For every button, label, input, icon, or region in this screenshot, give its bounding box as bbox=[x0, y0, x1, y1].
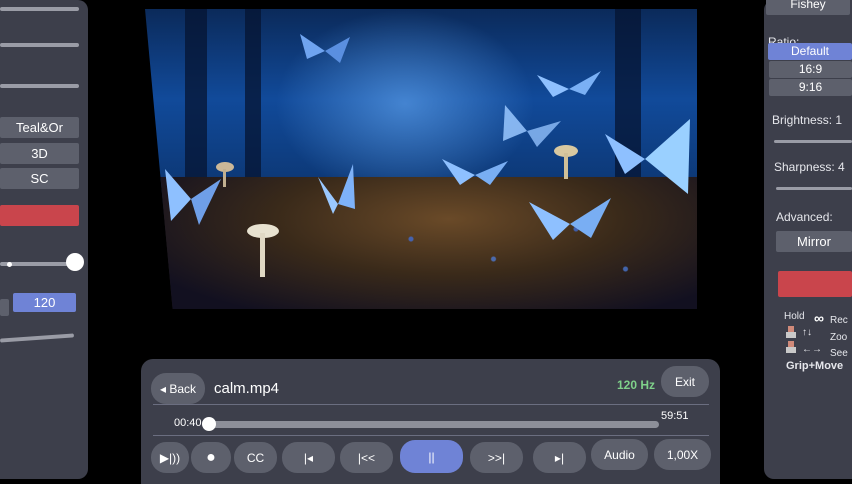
controller-icon bbox=[786, 341, 796, 353]
seek-knob[interactable] bbox=[202, 417, 216, 431]
left-slider-min-dot bbox=[7, 262, 12, 267]
left-slider-1[interactable] bbox=[0, 7, 79, 11]
right-red-button[interactable] bbox=[778, 271, 852, 297]
cc-button[interactable]: CC bbox=[234, 442, 277, 473]
rewind-button[interactable]: |<< bbox=[340, 442, 393, 473]
butterfly-icon bbox=[442, 159, 508, 185]
fisheye-button[interactable]: Fishey bbox=[766, 0, 850, 15]
left-settings-panel: Teal&Or 3D SC 120 bbox=[0, 0, 88, 479]
hint-arrows-leftright: ←→ bbox=[802, 344, 822, 355]
butterfly-icon bbox=[300, 34, 350, 63]
hint-record: Rec bbox=[830, 315, 848, 326]
hint-grip-move: Grip+Move bbox=[786, 360, 844, 372]
ratio-9-16-option[interactable]: 9:16 bbox=[769, 79, 852, 96]
controller-icon bbox=[786, 326, 796, 338]
divider bbox=[153, 435, 709, 436]
left-option-button[interactable] bbox=[0, 299, 9, 316]
refresh-120-button[interactable]: 120 bbox=[13, 293, 76, 312]
butterfly-icon bbox=[318, 164, 355, 214]
file-name: calm.mp4 bbox=[214, 380, 280, 397]
total-time: 59:51 bbox=[661, 410, 689, 422]
refresh-rate-label: 120 Hz bbox=[617, 378, 656, 392]
tree-trunk bbox=[245, 9, 261, 199]
back-button[interactable]: ◂ Back bbox=[151, 373, 205, 404]
left-volume-slider-knob[interactable] bbox=[66, 253, 84, 271]
mushroom-icon bbox=[554, 145, 578, 179]
brightness-slider[interactable] bbox=[774, 140, 852, 143]
left-slider-3[interactable] bbox=[0, 84, 79, 88]
advanced-label: Advanced: bbox=[776, 210, 833, 224]
butterfly-icon bbox=[529, 198, 611, 240]
divider bbox=[153, 404, 709, 405]
play-mode-button[interactable]: ▶|)) bbox=[151, 442, 189, 473]
hint-zoom: Zoo bbox=[830, 332, 848, 343]
audio-button[interactable]: Audio bbox=[591, 439, 648, 470]
previous-button[interactable]: |◂ bbox=[282, 442, 335, 473]
left-slider-4[interactable] bbox=[0, 333, 75, 343]
butterfly-icon bbox=[605, 119, 690, 194]
record-button[interactable]: ● bbox=[191, 442, 231, 473]
sc-button[interactable]: SC bbox=[0, 168, 79, 189]
exit-button[interactable]: Exit bbox=[661, 366, 709, 397]
player-control-panel: ◂ Back calm.mp4 120 Hz Exit 00:40 59:51 … bbox=[141, 359, 720, 484]
forward-button[interactable]: >>| bbox=[470, 442, 523, 473]
mushroom-icon bbox=[247, 224, 279, 277]
mushroom-icon bbox=[216, 162, 234, 187]
sharpness-slider[interactable] bbox=[776, 187, 852, 190]
filter-teal-orange-button[interactable]: Teal&Or bbox=[0, 117, 79, 138]
left-slider-2[interactable] bbox=[0, 43, 79, 47]
ratio-16-9-option[interactable]: 16:9 bbox=[769, 61, 852, 78]
seek-bar[interactable] bbox=[206, 421, 659, 428]
mirror-button[interactable]: Mirror bbox=[776, 231, 852, 252]
hint-seek: See bbox=[830, 348, 848, 359]
video-frame[interactable] bbox=[145, 9, 697, 309]
ratio-default-option[interactable]: Default bbox=[768, 43, 852, 60]
current-time: 00:40 bbox=[174, 417, 202, 429]
next-button[interactable]: ▸| bbox=[533, 442, 586, 473]
infinity-icon: ∞ bbox=[814, 310, 824, 326]
right-settings-panel: Fishey Ratio: Default 16:9 9:16 Brightne… bbox=[764, 0, 852, 479]
brightness-label: Brightness: 1 bbox=[772, 113, 843, 127]
hint-arrows-updown: ↑↓ bbox=[802, 327, 812, 338]
pause-button[interactable]: || bbox=[400, 440, 463, 473]
sharpness-label: Sharpness: 4 bbox=[774, 160, 845, 174]
hint-hold: Hold bbox=[784, 311, 805, 322]
sparkles bbox=[345, 199, 675, 299]
3d-button[interactable]: 3D bbox=[0, 143, 79, 164]
speed-button[interactable]: 1,00X bbox=[654, 439, 711, 470]
left-red-button[interactable] bbox=[0, 205, 79, 226]
